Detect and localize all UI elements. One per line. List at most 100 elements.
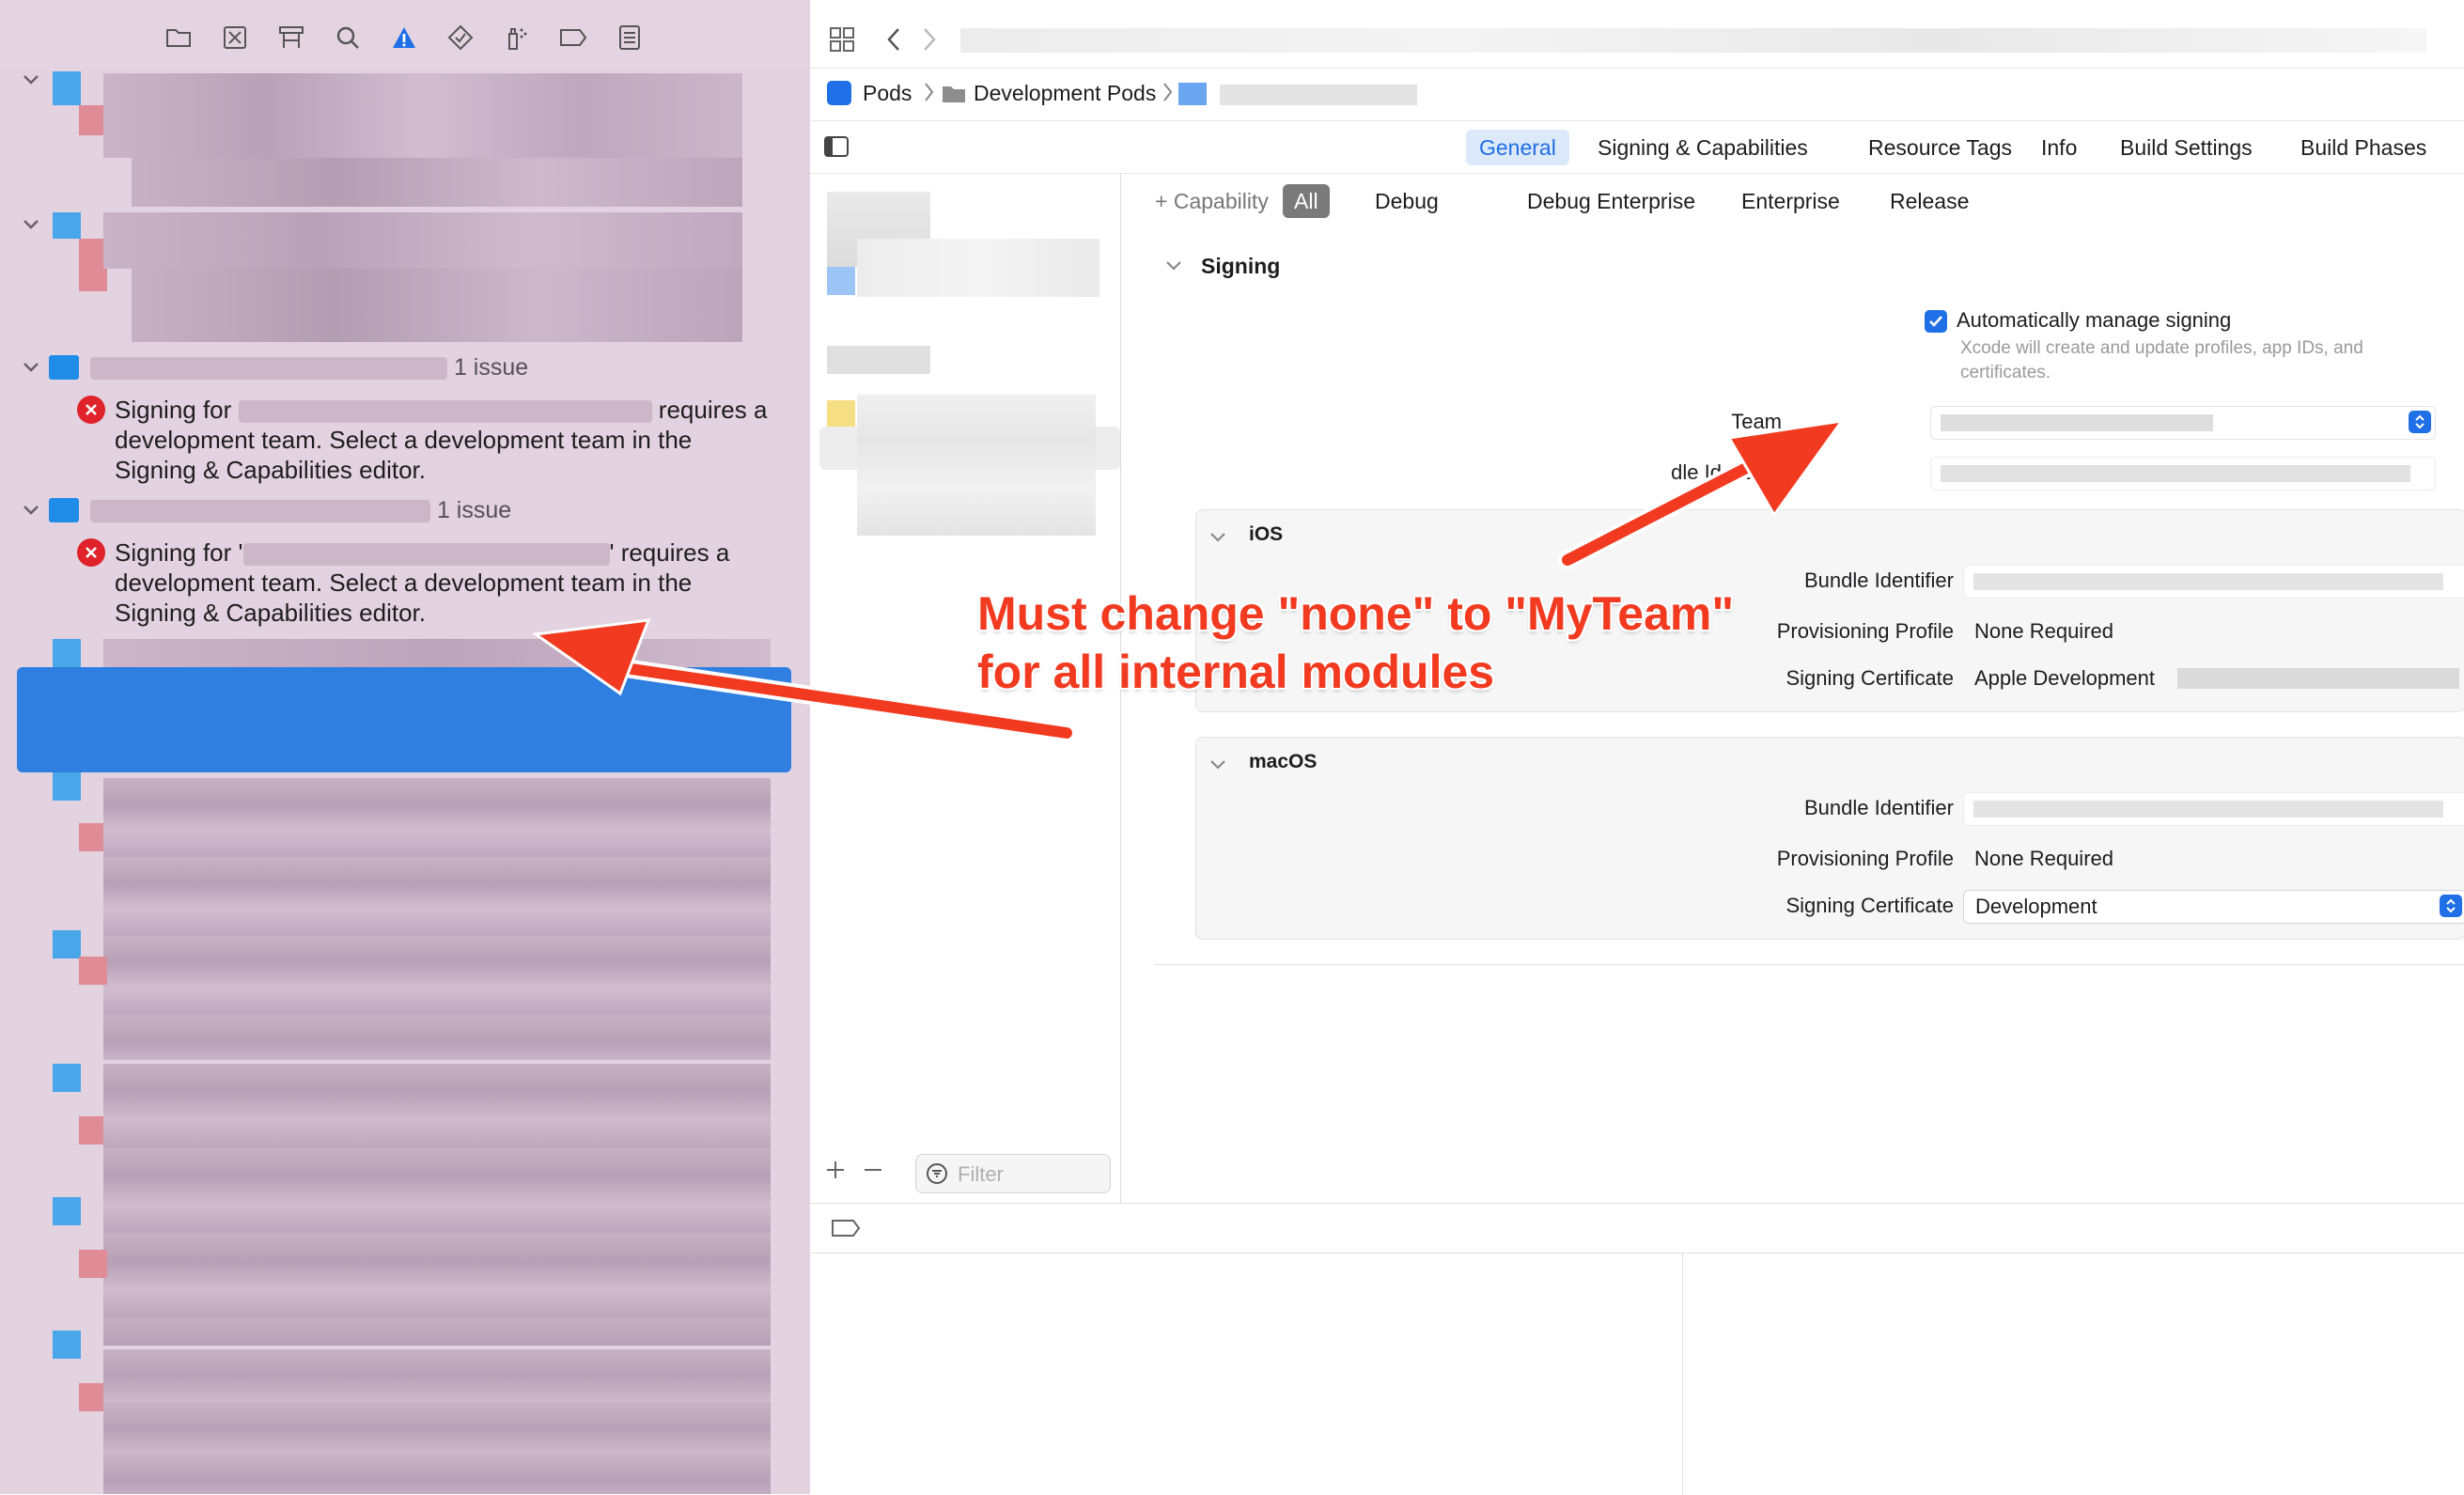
issue-group-title[interactable]: 1 issue <box>90 354 528 382</box>
auto-manage-checkbox[interactable] <box>1925 310 1947 333</box>
redacted-target-name <box>1220 85 1417 105</box>
breadcrumb-development-pods[interactable]: Development Pods <box>974 81 1156 106</box>
pod-folder-icon <box>53 930 81 958</box>
issue-message[interactable]: Signing for ' ' requires a development te… <box>115 537 772 628</box>
editor-toolbar <box>810 0 2464 69</box>
issue-message-line: Signing & Capabilities editor. <box>115 599 426 627</box>
signing-collapse-chevron-icon[interactable] <box>1165 259 1182 276</box>
popup-arrows-icon <box>2440 895 2462 917</box>
macos-collapse-chevron-icon[interactable] <box>1209 758 1226 775</box>
chevron-down-icon[interactable] <box>19 68 43 92</box>
sidebar-toggle-icon[interactable] <box>823 135 850 163</box>
issue-warning-icon[interactable] <box>387 21 421 55</box>
breadcrumb-separator-icon <box>923 81 934 109</box>
chevron-down-icon[interactable] <box>19 498 43 522</box>
remove-target-icon[interactable] <box>863 1160 883 1185</box>
tab-resource-tags[interactable]: Resource Tags <box>1855 130 2025 165</box>
issue-message-end: requires a <box>658 396 768 424</box>
ios-collapse-chevron-icon[interactable] <box>1209 531 1226 548</box>
macos-signing-certificate-value: Development <box>1975 895 2098 918</box>
tab-general[interactable]: General <box>1466 130 1569 165</box>
redacted-target-row[interactable] <box>857 239 1099 297</box>
redacted-certificate <box>2177 668 2459 689</box>
section-divider <box>1154 964 2464 965</box>
team-label: Team <box>1731 410 1782 433</box>
add-capability-button[interactable]: + Capability <box>1144 184 1280 218</box>
signing-section-title: Signing <box>1201 254 1281 278</box>
config-enterprise[interactable]: Enterprise <box>1730 184 1851 218</box>
xcode-project-icon[interactable] <box>827 81 851 105</box>
bundle-identifier-label: dle Identifier <box>1671 460 1784 484</box>
debug-divider <box>810 1253 2464 1254</box>
error-icon <box>77 396 105 424</box>
target-briefcase-icon <box>49 355 79 380</box>
tab-signing-capabilities[interactable]: Signing & Capabilities <box>1584 130 1821 165</box>
forward-chevron-icon[interactable] <box>921 26 938 57</box>
config-debug-enterprise[interactable]: Debug Enterprise <box>1516 184 1707 218</box>
pod-folder-icon <box>53 639 81 667</box>
tab-build-phases[interactable]: Build Phases <box>2287 130 2440 165</box>
config-all[interactable]: All <box>1283 184 1330 218</box>
filter-icon <box>926 1162 948 1190</box>
pod-folder-icon <box>53 71 81 105</box>
macos-title: macOS <box>1249 751 1318 772</box>
macos-signing-certificate-label: Signing Certificate <box>1786 894 1954 917</box>
issue-message-start: Signing for ' <box>115 538 243 567</box>
redacted-target-name <box>242 543 610 567</box>
redacted-target-row[interactable] <box>827 346 930 374</box>
chevron-down-icon[interactable] <box>19 355 43 380</box>
bundle-identifier-field[interactable] <box>1930 457 2436 491</box>
search-icon[interactable] <box>331 21 365 55</box>
tab-info[interactable]: Info <box>2028 130 2090 165</box>
issue-group-title[interactable]: 1 issue <box>90 497 511 524</box>
chevron-down-icon[interactable] <box>19 212 43 237</box>
tab-build-settings[interactable]: Build Settings <box>2107 130 2266 165</box>
ios-signing-certificate-label: Signing Certificate <box>1786 666 1954 690</box>
redacted-bundle-id <box>1973 573 2443 590</box>
redacted-target-name <box>238 400 652 424</box>
config-release[interactable]: Release <box>1879 184 1980 218</box>
ios-bundle-identifier-field[interactable] <box>1963 565 2464 599</box>
issue-message-line: development team. Select a development t… <box>115 568 693 597</box>
ios-provisioning-profile-label: Provisioning Profile <box>1776 619 1954 643</box>
config-debug[interactable]: Debug <box>1364 184 1450 218</box>
breadcrumb-separator-icon <box>1162 81 1173 109</box>
macos-signing-group: macOS Bundle Identifier Provisioning Pro… <box>1195 737 2464 940</box>
source-control-icon[interactable] <box>218 21 252 55</box>
debug-spray-icon[interactable] <box>500 21 534 55</box>
issue-message[interactable]: Signing for requires a development team.… <box>115 395 772 485</box>
breakpoint-icon[interactable] <box>831 1219 861 1242</box>
folder-icon[interactable] <box>162 21 195 55</box>
team-popup[interactable] <box>1930 406 2436 440</box>
hierarchy-icon[interactable] <box>274 21 308 55</box>
pod-folder-icon <box>53 212 81 239</box>
test-diamond-icon[interactable] <box>444 21 477 55</box>
breadcrumb-pods[interactable]: Pods <box>863 81 912 106</box>
auto-manage-description: Xcode will create and update profiles, a… <box>1960 338 2363 358</box>
target-icon <box>827 267 855 295</box>
issue-navigator: 1 issue Signing for requires a developme… <box>0 0 810 1494</box>
ios-provisioning-profile-value: None Required <box>1974 619 2113 643</box>
redacted-bundle-id <box>1941 465 2410 482</box>
macos-bundle-identifier-field[interactable] <box>1963 792 2464 826</box>
redacted-row-block <box>103 1064 771 1346</box>
issue-count: 1 issue <box>436 497 512 523</box>
target-filter-field[interactable]: Filter <box>915 1154 1111 1193</box>
add-target-icon[interactable] <box>825 1160 846 1185</box>
selected-row[interactable] <box>17 667 791 772</box>
issue-message-line: Signing & Capabilities editor. <box>115 456 426 484</box>
redacted-row-block <box>103 639 771 667</box>
grid-icon[interactable] <box>829 26 855 57</box>
project-editor: Pods Development Pods General Signing & … <box>810 0 2464 1495</box>
issue-message-line: development team. Select a development t… <box>115 426 693 454</box>
breadcrumb: Pods Development Pods <box>810 68 2464 121</box>
redacted-target-name <box>90 357 447 381</box>
debug-area <box>810 1203 2464 1495</box>
issue-count: 1 issue <box>453 354 529 381</box>
macos-signing-certificate-popup[interactable]: Development <box>1963 890 2464 924</box>
redacted-row-block <box>132 158 742 207</box>
breakpoint-icon[interactable] <box>556 21 590 55</box>
back-chevron-icon[interactable] <box>885 26 902 57</box>
redacted-target-row[interactable] <box>857 395 1096 536</box>
report-icon[interactable] <box>613 21 647 55</box>
